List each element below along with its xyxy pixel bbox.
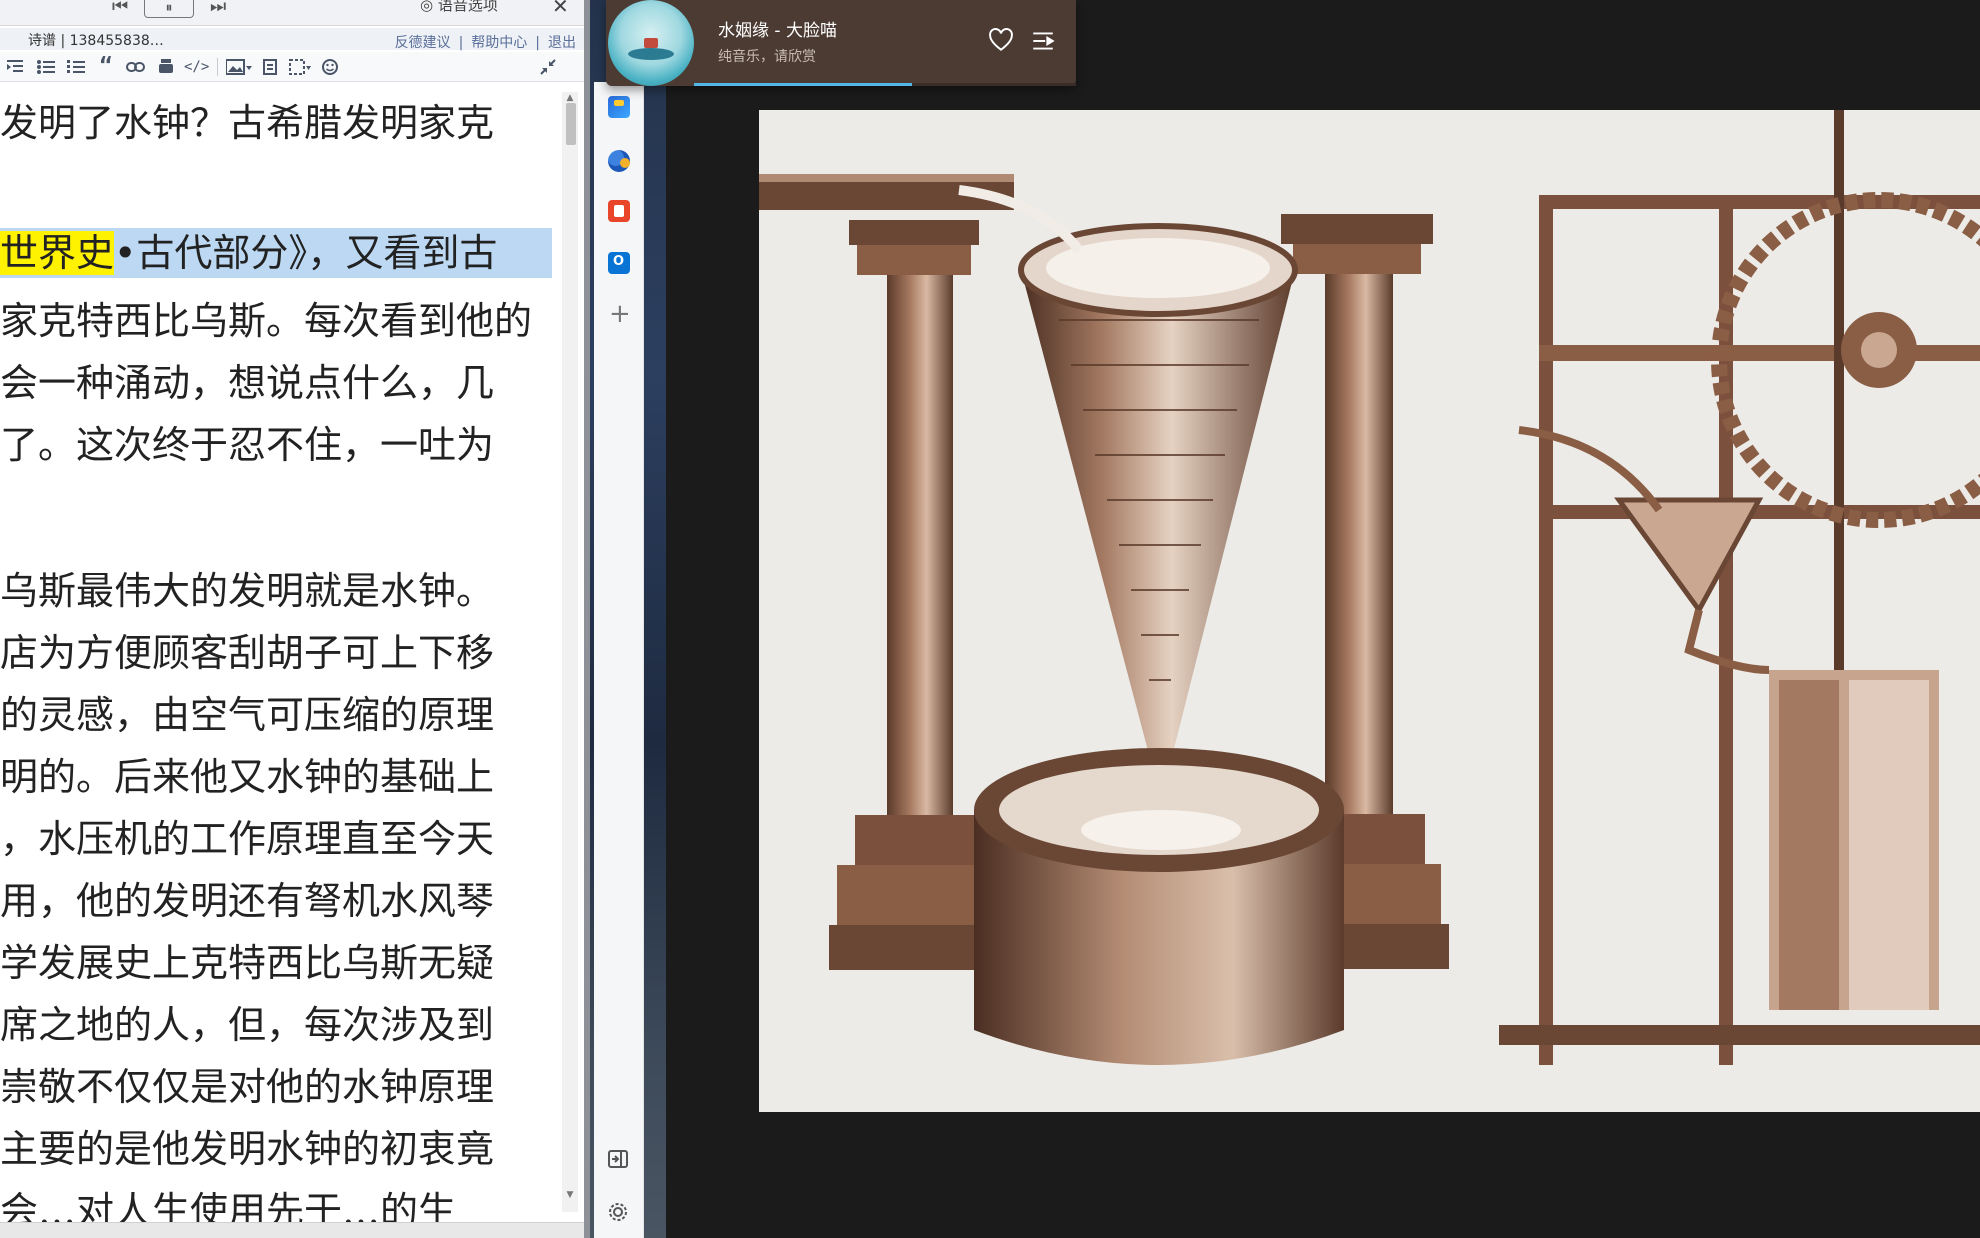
heart-icon[interactable] <box>988 28 1014 54</box>
track-subtitle: 纯音乐，请欣赏 <box>718 49 816 65</box>
briefcase-icon[interactable] <box>608 96 630 118</box>
voice-options-label: 语音选项 <box>437 0 498 14</box>
pause-button[interactable]: ⏸ <box>144 0 194 18</box>
text-line: 主要的是他发明水钟的初衷竟 <box>0 1127 495 1171</box>
scrollbar-thumb[interactable] <box>566 103 576 145</box>
logout-link[interactable]: 退出 <box>548 35 576 51</box>
text-line: 了。这次终于忍不住，一吐为 <box>0 423 495 467</box>
text-line: 席之地的人，但，每次涉及到 <box>0 1003 495 1047</box>
office-icon[interactable] <box>608 200 630 222</box>
image-icon[interactable] <box>226 56 253 78</box>
voice-options-button[interactable]: ◎ 语音选项 <box>420 0 498 15</box>
text-line: 乌斯最伟大的发明就是水钟。 <box>0 569 495 613</box>
audio-reader-bar: ⏮ ⏸ ⏭ ◎ 语音选项 ✕ <box>0 0 584 26</box>
link-separator: | <box>458 35 464 51</box>
sidebar-toggle-icon[interactable] <box>608 1150 628 1173</box>
selected-text: •古代部分》，又看到古 <box>114 231 498 275</box>
app-sidebar: + <box>594 82 644 1238</box>
rich-text-editor: ⏮ ⏸ ⏭ ◎ 语音选项 ✕ 诗谱 | 138455838… 反德建议 | 帮助中心… <box>0 0 590 1238</box>
account-id: 诗谱 | 138455838… <box>28 33 164 49</box>
page-icon[interactable] <box>258 56 282 78</box>
document-body[interactable]: 发明了水钟？古希腊发明家克 世界史•古代部分》，又看到古 家克特西比乌斯。每次看… <box>0 92 566 1238</box>
feedback-link[interactable]: 反德建议 <box>395 35 451 51</box>
vertical-scrollbar[interactable] <box>562 92 578 1212</box>
next-track-button[interactable]: ⏭ <box>210 0 226 18</box>
code-icon[interactable]: </> <box>184 56 209 78</box>
highlighted-text: 世界史 <box>0 231 115 275</box>
text-line: 崇敬不仅仅是对他的水钟原理 <box>0 1065 495 1109</box>
attachment-icon[interactable] <box>154 56 178 78</box>
bullet-list-icon[interactable] <box>34 56 58 78</box>
account-links-bar: 诗谱 | 138455838… 反德建议 | 帮助中心 | 退出 <box>0 28 584 52</box>
template-icon[interactable] <box>288 56 312 78</box>
text-line: 的灵感，由空气可压缩的原理 <box>0 693 495 737</box>
settings-icon[interactable] <box>608 1202 628 1227</box>
music-player-widget[interactable]: 水姻缘 - 大脸喵 纯音乐，请欣赏 <box>606 0 1076 86</box>
link-separator: | <box>535 35 540 51</box>
text-line: 用，他的发明还有弩机水风琴 <box>0 879 495 923</box>
scroll-up-icon[interactable]: ▲ <box>564 93 576 103</box>
indent-icon[interactable] <box>4 56 28 78</box>
text-line: 会一种涌动，想说点什么，几 <box>0 361 495 405</box>
track-title: 水姻缘 - 大脸喵 <box>718 21 837 41</box>
people-icon[interactable] <box>608 150 630 172</box>
text-line: 家克特西比乌斯。每次看到他的 <box>0 299 533 343</box>
water-clock-engraving <box>759 110 1980 1112</box>
text-line: 学发展史上克特西比乌斯无疑 <box>0 941 495 985</box>
horizontal-scrollbar[interactable] <box>0 1222 584 1238</box>
link-icon[interactable] <box>124 56 148 78</box>
scroll-down-icon[interactable]: ▼ <box>564 1190 576 1200</box>
header-links: 反德建议 | 帮助中心 | 退出 <box>391 32 580 52</box>
album-art[interactable] <box>608 0 694 86</box>
water-clock-illustration <box>759 110 1980 1112</box>
text-line: ，水压机的工作原理直至今天 <box>0 817 495 861</box>
outlook-icon[interactable] <box>608 252 630 274</box>
playlist-icon[interactable] <box>1030 28 1056 54</box>
editor-toolbar: “ </> <box>0 52 584 82</box>
emoji-icon[interactable] <box>318 56 342 78</box>
text-line: 店为方便顾客刮胡子可上下移 <box>0 631 495 675</box>
desktop: ⏮ ⏸ ⏭ ◎ 语音选项 ✕ 诗谱 | 138455838… 反德建议 | 帮助中心… <box>0 0 1980 1238</box>
help-center-link[interactable]: 帮助中心 <box>471 35 527 51</box>
text-line: 发明了水钟？古希腊发明家克 <box>0 101 495 145</box>
numbered-list-icon[interactable] <box>64 56 88 78</box>
close-reader-button[interactable]: ✕ <box>552 0 569 18</box>
playback-progress-fill <box>694 83 912 86</box>
add-icon[interactable]: + <box>609 301 631 327</box>
selected-text-line: 世界史•古代部分》，又看到古 <box>0 228 552 278</box>
previous-track-button[interactable]: ⏮ <box>112 0 128 18</box>
quote-icon[interactable]: “ <box>94 54 118 79</box>
text-line: 明的。后来他又水钟的基础上 <box>0 755 495 799</box>
collapse-icon[interactable] <box>536 56 560 78</box>
toolbar-divider <box>217 57 219 76</box>
